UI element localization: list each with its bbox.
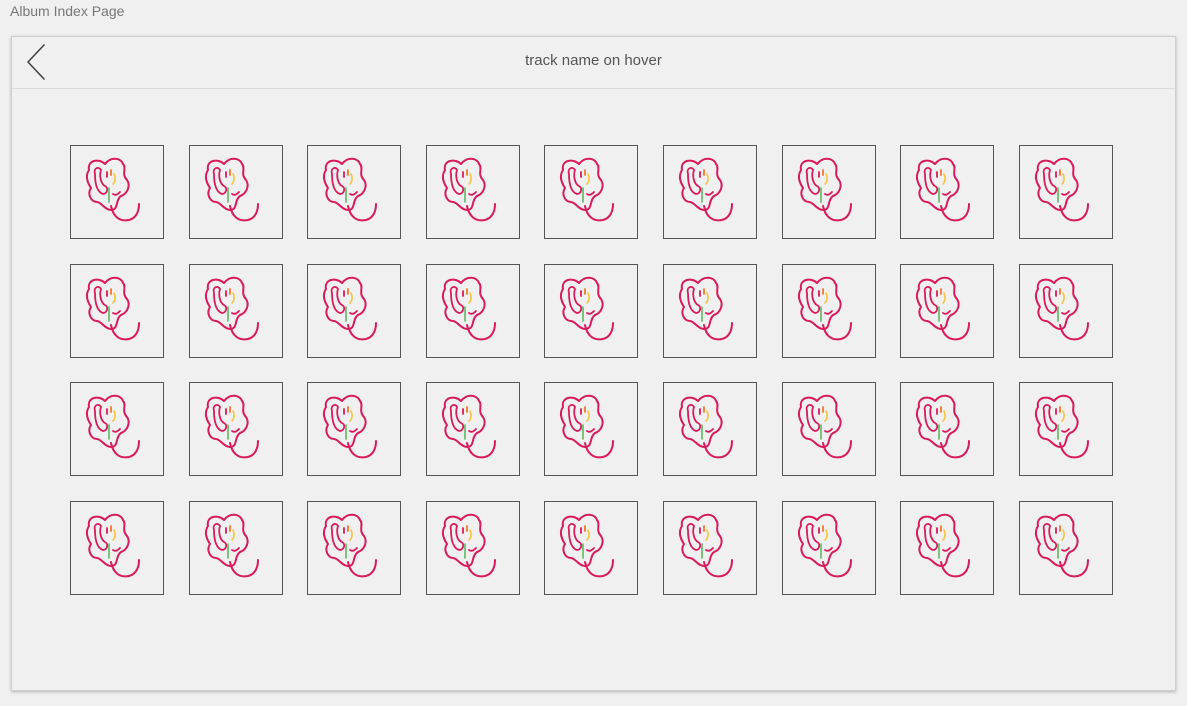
album-tile[interactable] bbox=[188, 145, 283, 239]
album-cover-doodle-icon bbox=[323, 513, 378, 578]
album-tile[interactable] bbox=[307, 500, 402, 595]
album-tile[interactable] bbox=[425, 382, 520, 477]
album-tile[interactable] bbox=[307, 382, 402, 477]
album-tile[interactable] bbox=[781, 263, 876, 358]
album-cover-doodle-icon bbox=[323, 157, 378, 222]
page-label: Album Index Page bbox=[10, 3, 125, 19]
album-tile[interactable] bbox=[307, 263, 402, 358]
album-tile[interactable] bbox=[307, 145, 402, 239]
album-cover-doodle-icon bbox=[323, 276, 378, 340]
album-tile[interactable] bbox=[188, 263, 283, 358]
album-cover-doodle-icon bbox=[560, 513, 615, 578]
album-tile[interactable] bbox=[781, 382, 876, 477]
album-cover-doodle-icon bbox=[441, 157, 496, 222]
album-tile[interactable] bbox=[900, 263, 995, 358]
album-tile[interactable] bbox=[70, 145, 164, 239]
album-cover-doodle-icon bbox=[797, 157, 852, 222]
album-cover-doodle-icon bbox=[204, 276, 259, 340]
album-tile[interactable] bbox=[425, 263, 520, 358]
album-cover-doodle-icon bbox=[1034, 157, 1089, 222]
album-tile[interactable] bbox=[662, 382, 757, 477]
album-cover-doodle-icon bbox=[204, 157, 259, 222]
album-cover-doodle-icon bbox=[1034, 276, 1089, 340]
album-tile[interactable] bbox=[1018, 145, 1113, 239]
album-cover-doodle-icon bbox=[797, 276, 852, 340]
album-cover-doodle-icon bbox=[678, 276, 733, 340]
album-tile[interactable] bbox=[900, 382, 995, 477]
album-cover-doodle-icon bbox=[85, 394, 140, 459]
album-tile[interactable] bbox=[781, 500, 876, 595]
album-cover-doodle-icon bbox=[85, 513, 140, 578]
album-tile[interactable] bbox=[662, 500, 757, 595]
album-tile[interactable] bbox=[662, 263, 757, 358]
album-cover-doodle-icon bbox=[85, 157, 140, 222]
album-cover-doodle-icon bbox=[204, 394, 259, 459]
album-grid bbox=[70, 145, 1113, 595]
album-cover-doodle-icon bbox=[323, 394, 378, 459]
header-title: track name on hover bbox=[525, 52, 662, 69]
album-cover-doodle-icon bbox=[915, 157, 971, 222]
album-tile[interactable] bbox=[70, 263, 164, 358]
header-bar: track name on hover bbox=[12, 37, 1175, 89]
album-cover-doodle-icon bbox=[797, 394, 852, 459]
album-tile[interactable] bbox=[544, 145, 639, 239]
album-cover-doodle-icon bbox=[915, 513, 971, 578]
album-tile[interactable] bbox=[900, 145, 995, 239]
album-tile[interactable] bbox=[1018, 382, 1113, 477]
album-cover-doodle-icon bbox=[441, 276, 496, 340]
album-cover-doodle-icon bbox=[678, 394, 733, 459]
album-tile[interactable] bbox=[188, 500, 283, 595]
album-tile[interactable] bbox=[781, 145, 876, 239]
album-cover-doodle-icon bbox=[85, 276, 140, 340]
album-cover-doodle-icon bbox=[678, 157, 733, 222]
album-tile[interactable] bbox=[900, 500, 995, 595]
album-tile[interactable] bbox=[662, 145, 757, 239]
album-cover-doodle-icon bbox=[560, 276, 615, 340]
album-tile[interactable] bbox=[188, 382, 283, 477]
album-tile[interactable] bbox=[425, 500, 520, 595]
album-tile[interactable] bbox=[544, 382, 639, 477]
album-cover-doodle-icon bbox=[915, 394, 971, 459]
album-cover-doodle-icon bbox=[797, 513, 852, 578]
album-cover-doodle-icon bbox=[441, 513, 496, 578]
album-tile[interactable] bbox=[544, 500, 639, 595]
album-cover-doodle-icon bbox=[1034, 394, 1089, 459]
album-cover-doodle-icon bbox=[441, 394, 496, 459]
album-tile[interactable] bbox=[425, 145, 520, 239]
album-cover-doodle-icon bbox=[204, 513, 259, 578]
album-index-frame: track name on hover bbox=[11, 36, 1176, 691]
album-tile[interactable] bbox=[1018, 263, 1113, 358]
album-tile[interactable] bbox=[544, 263, 639, 358]
album-cover-doodle-icon bbox=[915, 276, 971, 340]
album-cover-doodle-icon bbox=[1034, 513, 1089, 578]
album-tile[interactable] bbox=[70, 500, 164, 595]
album-tile[interactable] bbox=[70, 382, 164, 477]
album-cover-doodle-icon bbox=[678, 513, 733, 578]
album-tile[interactable] bbox=[1018, 500, 1113, 595]
album-cover-doodle-icon bbox=[560, 394, 615, 459]
album-cover-doodle-icon bbox=[560, 157, 615, 222]
